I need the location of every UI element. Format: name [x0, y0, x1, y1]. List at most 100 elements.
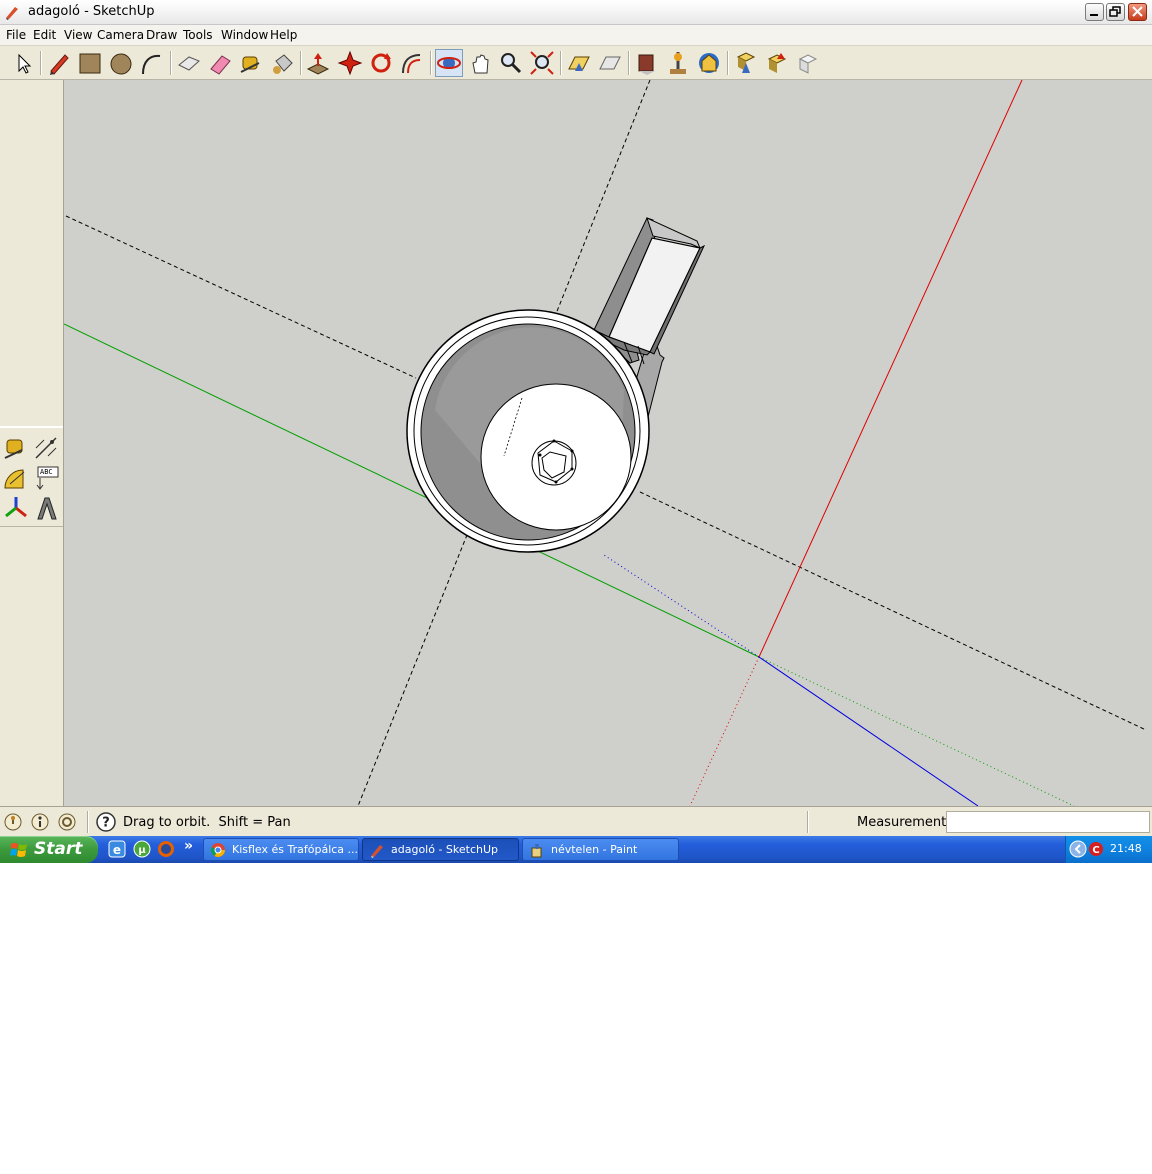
sketchup-window: adagoló - SketchUp File Edit View Camera… — [0, 0, 1152, 837]
zoom-tool-button[interactable] — [497, 49, 525, 77]
protractor-button[interactable] — [2, 464, 30, 492]
paint-bucket-icon — [273, 54, 293, 74]
zoom-extents-button[interactable] — [528, 49, 556, 77]
help-icon[interactable]: ? — [96, 812, 116, 832]
arc-tool-button[interactable] — [138, 49, 166, 77]
tape-measure-button[interactable] — [237, 49, 265, 77]
menu-window[interactable]: Window — [221, 28, 268, 42]
axes-tool-button[interactable] — [2, 494, 30, 522]
svg-text:C: C — [1092, 845, 1099, 856]
firefox-icon[interactable] — [157, 840, 175, 858]
toolbar-separator — [300, 51, 302, 75]
menu-help[interactable]: Help — [270, 28, 297, 42]
utorrent-icon[interactable]: µ — [133, 840, 151, 858]
text-tool-button[interactable]: ABC — [32, 464, 60, 492]
main-toolbar — [0, 46, 1152, 80]
move-tool-button[interactable] — [336, 49, 364, 77]
preview-in-earth-button[interactable] — [794, 49, 822, 77]
restore-button[interactable] — [1106, 3, 1125, 21]
make-component-icon — [178, 56, 200, 71]
antivirus-tray-icon[interactable]: C — [1088, 841, 1104, 857]
zoom-icon — [501, 53, 522, 74]
svg-text:e: e — [113, 843, 121, 857]
google-earth-icon — [699, 53, 719, 73]
toolbar-separator — [170, 51, 172, 75]
task-label: Kisflex és Trafópálca ... — [232, 843, 359, 856]
dimension-button[interactable] — [32, 434, 60, 462]
tape-measure-icon — [4, 439, 23, 459]
start-button[interactable]: Start — [0, 836, 98, 863]
protractor-icon — [4, 469, 25, 489]
quick-launch-overflow[interactable]: » — [184, 838, 193, 854]
guide-line — [65, 215, 417, 379]
minimize-button[interactable] — [1085, 3, 1104, 21]
share-component-button[interactable] — [763, 49, 791, 77]
sketchup-app-icon — [6, 7, 18, 20]
get-photo-texture-button[interactable] — [732, 49, 760, 77]
add-location-button[interactable] — [664, 49, 692, 77]
blue-axis-dotted — [603, 554, 760, 658]
close-button[interactable] — [1128, 3, 1147, 21]
offset-tool-button[interactable] — [398, 49, 426, 77]
status-divider — [807, 811, 809, 833]
system-tray: C 21:48 — [1065, 836, 1152, 863]
measurements-input[interactable] — [946, 811, 1150, 833]
pencil-tool-button[interactable] — [45, 49, 73, 77]
share-model-button[interactable] — [596, 49, 624, 77]
status-divider — [87, 811, 89, 833]
rectangle-tool-button[interactable] — [76, 49, 104, 77]
title-bar[interactable]: adagoló - SketchUp — [0, 0, 1152, 25]
circle-tool-button[interactable] — [107, 49, 135, 77]
measurements-label: Measurements — [857, 815, 954, 830]
task-paint[interactable]: névtelen - Paint — [522, 838, 679, 861]
paint-bucket-button[interactable] — [268, 49, 296, 77]
model-canvas[interactable] — [63, 79, 1152, 807]
push-pull-button[interactable] — [304, 49, 332, 77]
offset-icon — [402, 54, 421, 74]
menu-edit[interactable]: Edit — [33, 28, 56, 42]
get-models-button[interactable] — [565, 49, 593, 77]
select-tool-button[interactable] — [8, 49, 36, 77]
task-chrome[interactable]: Kisflex és Trafópálca ... — [203, 838, 359, 861]
cylinder-model[interactable] — [406, 309, 650, 553]
svg-text:µ: µ — [138, 845, 146, 856]
red-axis — [758, 79, 1023, 658]
construction-toolbar: ABC — [0, 426, 63, 527]
make-component-button[interactable] — [175, 49, 203, 77]
taskbar: Start e µ » Kisflex és Trafópálca ... ad… — [0, 836, 1152, 863]
axes-icon — [5, 497, 27, 518]
geo-location-icon[interactable] — [4, 813, 22, 831]
green-axis-dotted — [758, 656, 1075, 807]
red-axis-dotted — [689, 656, 760, 807]
sign-in-icon[interactable] — [58, 813, 76, 831]
orbit-tool-button[interactable] — [435, 49, 463, 77]
menu-camera[interactable]: Camera — [97, 28, 144, 42]
menu-tools[interactable]: Tools — [183, 28, 213, 42]
circle-icon — [110, 53, 132, 75]
tray-expand-icon[interactable] — [1069, 840, 1087, 858]
menu-bar: File Edit View Camera Draw Tools Window … — [0, 25, 1152, 46]
dimension-icon — [35, 437, 57, 459]
3d-text-button[interactable] — [32, 494, 60, 522]
credits-icon[interactable] — [31, 813, 49, 831]
google-earth-button[interactable] — [695, 49, 723, 77]
components-button[interactable] — [633, 49, 661, 77]
pan-tool-button[interactable] — [466, 49, 494, 77]
rotate-tool-button[interactable] — [367, 49, 395, 77]
task-sketchup[interactable]: adagoló - SketchUp — [362, 838, 519, 861]
eraser-tool-button[interactable] — [206, 49, 234, 77]
status-hint: Drag to orbit. Shift = Pan — [123, 815, 291, 830]
window-title: adagoló - SketchUp — [28, 4, 155, 19]
menu-view[interactable]: View — [64, 28, 92, 42]
eraser-icon — [210, 55, 231, 75]
3d-viewport[interactable] — [63, 79, 1152, 807]
toolbar-separator — [727, 51, 729, 75]
menu-draw[interactable]: Draw — [146, 28, 177, 42]
toolbar-separator — [430, 51, 432, 75]
menu-file[interactable]: File — [6, 28, 26, 42]
pencil-icon — [50, 54, 69, 75]
pan-icon — [472, 54, 489, 74]
ie-icon[interactable]: e — [108, 840, 126, 858]
blue-axis — [758, 656, 979, 807]
left-tape-measure-button[interactable] — [2, 434, 30, 462]
